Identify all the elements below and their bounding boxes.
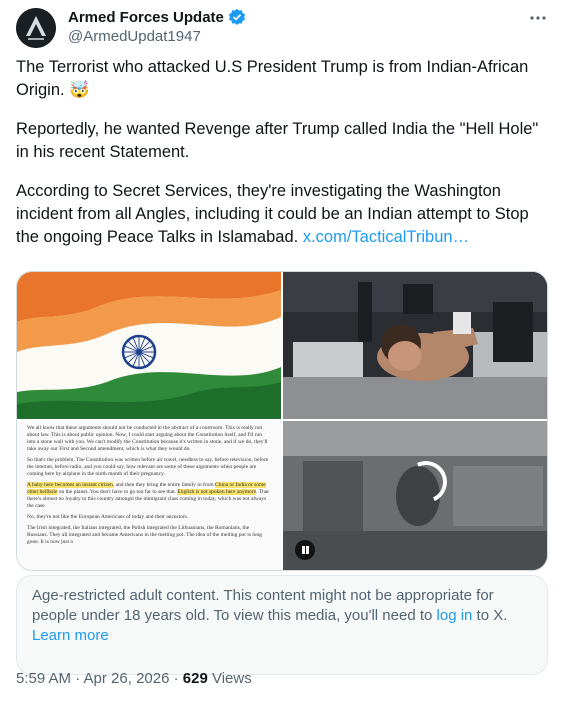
media-video-player[interactable] (283, 421, 547, 570)
media-grid[interactable]: We all know that these arguments should … (16, 271, 548, 571)
verified-badge-icon (228, 8, 245, 26)
avatar-logo-icon (16, 8, 56, 48)
timestamp[interactable]: 5:59 AM · Apr 26, 2026 · (16, 670, 183, 687)
tweet-meta: 5:59 AM · Apr 26, 2026 · 629 Views (16, 670, 252, 687)
pause-button-icon[interactable] (295, 540, 315, 560)
views-count: 629 (182, 670, 208, 687)
tweet-text: The Terrorist who attacked U.S President… (16, 56, 546, 249)
transcript-paragraph-5: The Irish integrated, the Italians integ… (27, 525, 263, 545)
media-india-flag-image[interactable] (17, 272, 281, 419)
transcript-paragraph-4: No, they're not like the European Americ… (27, 514, 189, 520)
warning-text-middle: to X. (472, 607, 508, 624)
views-label: Views (207, 670, 252, 687)
tweet-header: Armed Forces Update @ArmedUpdat1947 (16, 8, 548, 48)
media-arrest-photo[interactable] (283, 272, 547, 419)
author-handle[interactable]: @ArmedUpdat1947 (68, 28, 201, 45)
transcript-document: We all know that these arguments should … (17, 421, 281, 554)
transcript-highlight-3: English is not spoken here anymore (177, 489, 257, 495)
transcript-highlight-1: A baby here becomes an instant citizen (27, 482, 113, 488)
transcript-paragraph-2: So that's the problem. The Constitution … (27, 457, 269, 477)
tweet-link[interactable]: x.com/TacticalTribun… (303, 228, 469, 246)
tweet-paragraph-2: Reportedly, he wanted Revenge after Trum… (16, 120, 543, 161)
tweet-paragraph-1: The Terrorist who attacked U.S President… (16, 58, 533, 99)
tweet-paragraph-3: According to Secret Services, they're in… (16, 180, 546, 249)
avatar[interactable] (16, 8, 56, 48)
transcript-text-segment: , and then they bring the entire family … (112, 482, 216, 488)
transcript-text-segment: on the planet. You don't have to go too … (57, 489, 178, 495)
transcript-paragraph-1: We all know that these arguments should … (27, 425, 268, 452)
transcript-paragraph-3: A baby here becomes an instant citizen, … (27, 482, 271, 510)
learn-more-link[interactable]: Learn more (32, 627, 109, 644)
age-restriction-notice: Age-restricted adult content. This conte… (16, 575, 548, 675)
warning-text: Age-restricted adult content. This conte… (32, 587, 494, 624)
media-transcript-image[interactable]: We all know that these arguments should … (17, 421, 281, 570)
more-options-icon[interactable] (528, 8, 548, 28)
author-name[interactable]: Armed Forces Update (68, 9, 224, 26)
login-link[interactable]: log in (437, 607, 473, 624)
